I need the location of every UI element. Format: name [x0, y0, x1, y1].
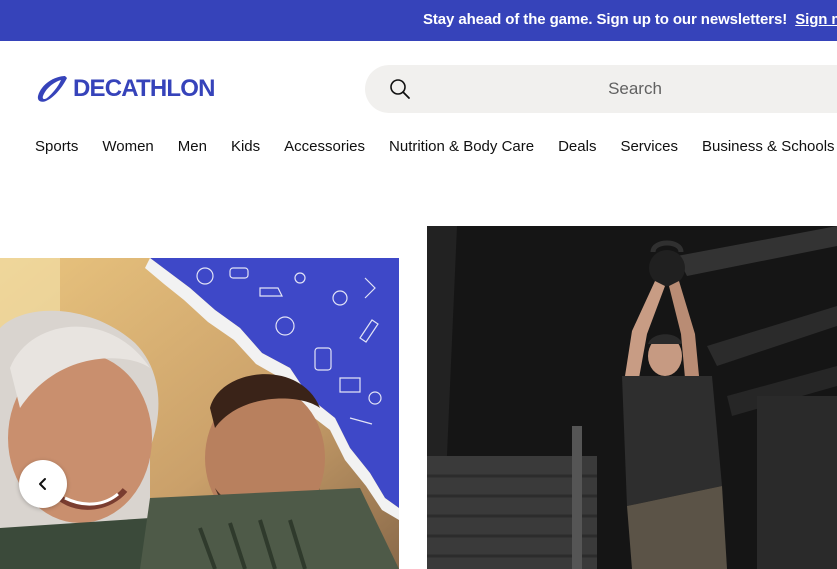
search-icon[interactable] [389, 78, 411, 100]
carousel-prev-button[interactable] [19, 460, 67, 508]
search-input[interactable] [425, 65, 837, 113]
newsletter-text: Stay ahead of the game. Sign up to our n… [423, 11, 788, 28]
nav-item-men[interactable]: Men [178, 138, 207, 155]
newsletter-banner: Stay ahead of the game. Sign up to our n… [0, 0, 837, 41]
search-bar[interactable] [365, 65, 837, 113]
nav-item-women[interactable]: Women [102, 138, 153, 155]
nav-item-sports[interactable]: Sports [35, 138, 78, 155]
nav-item-accessories[interactable]: Accessories [284, 138, 365, 155]
newsletter-message: Stay ahead of the game. Sign up to our n… [423, 11, 837, 28]
logo-wordmark: DECATHLON [73, 75, 215, 102]
newsletter-signup-link[interactable]: Sign me up [795, 11, 837, 28]
nav-item-nutrition-body-care[interactable]: Nutrition & Body Care [389, 138, 534, 155]
promo-card-training[interactable] [427, 226, 837, 569]
nav-item-deals[interactable]: Deals [558, 138, 596, 155]
nav-item-services[interactable]: Services [620, 138, 678, 155]
decathlon-logo-icon [37, 76, 67, 102]
kettlebell-photo [427, 226, 837, 569]
chevron-left-icon [39, 478, 46, 490]
promo-card-family[interactable] [0, 258, 399, 569]
decathlon-logo[interactable]: DECATHLON [35, 73, 215, 105]
nav-item-kids[interactable]: Kids [231, 138, 260, 155]
main-navigation: Sports Women Men Kids Accessories Nutrit… [35, 138, 837, 155]
family-photo [0, 258, 399, 569]
nav-item-business-schools[interactable]: Business & Schools [702, 138, 835, 155]
